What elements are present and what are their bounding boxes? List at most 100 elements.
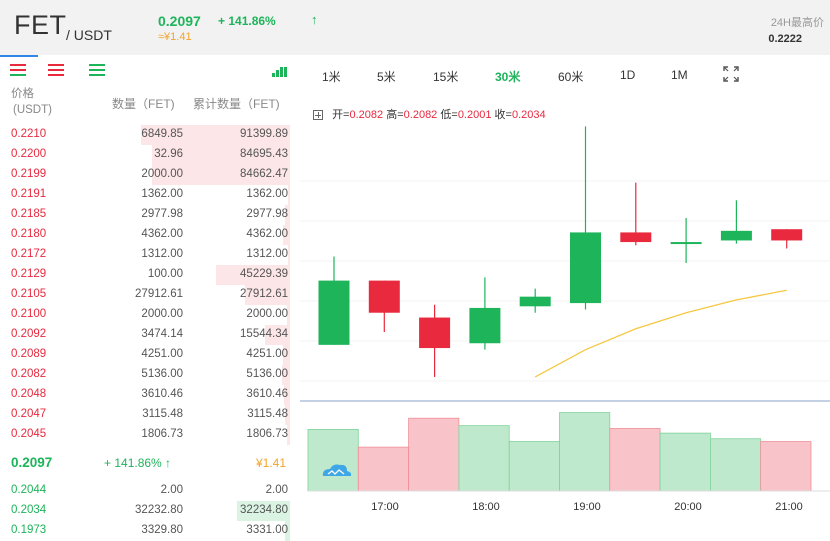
row-amount: 32.96 [154, 148, 183, 160]
row-price: 0.2210 [11, 128, 47, 140]
depth-bars-icon[interactable] [272, 67, 288, 77]
ask-row[interactable]: 0.2089 4251.00 4251.00 [0, 345, 300, 365]
price-column-unit: (USDT) [13, 104, 52, 116]
row-amount: 4362.00 [141, 228, 183, 240]
row-amount: 5136.00 [141, 368, 183, 380]
row-amount: 3610.46 [141, 388, 183, 400]
ask-row[interactable]: 0.2172 1312.00 1312.00 [0, 245, 300, 265]
order-book-rows: 0.2210 6849.85 91399.89 0.2200 32.96 84695.43… [0, 125, 300, 541]
period-tab[interactable]: 1米 [322, 68, 341, 85]
volume-bar [508, 441, 560, 492]
base-symbol[interactable]: FET [14, 10, 67, 41]
quote-symbol[interactable]: / USDT [66, 27, 112, 43]
candle-body [771, 229, 803, 241]
row-cumulative: 32234.80 [240, 504, 288, 516]
row-amount: 1362.00 [141, 188, 183, 200]
row-price: 0.2172 [11, 248, 47, 260]
row-cumulative: 84695.43 [240, 148, 288, 160]
bids-only-view-icon[interactable] [89, 64, 105, 76]
row-cumulative: 27912.61 [240, 288, 288, 300]
ask-row[interactable]: 0.2129 100.00 45229.39 [0, 265, 300, 285]
cumulative-column-header: 累计数量（FET) [193, 97, 280, 111]
depth-bar [287, 185, 290, 205]
moving-average-line [534, 289, 787, 378]
row-amount: 32232.80 [135, 504, 183, 516]
row-cumulative: 4251.00 [246, 348, 288, 360]
row-amount: 2977.98 [141, 208, 183, 220]
ask-row[interactable]: 0.2199 2000.00 84662.47 [0, 165, 300, 185]
ask-row[interactable]: 0.2092 3474.14 15544.34 [0, 325, 300, 345]
mid-change: + 141.86% ↑ [104, 456, 172, 470]
ask-row[interactable]: 0.2210 6849.85 91399.89 [0, 125, 300, 145]
high-24h-value: 0.2222 [768, 33, 802, 45]
candle-body [419, 317, 451, 349]
row-cumulative: 4362.00 [246, 228, 288, 240]
row-price: 0.2191 [11, 188, 47, 200]
ask-row[interactable]: 0.2180 4362.00 4362.00 [0, 225, 300, 245]
active-tab-indicator [0, 55, 38, 57]
row-amount: 100.00 [147, 268, 183, 280]
row-cumulative: 1362.00 [246, 188, 288, 200]
x-tick-label: 19:00 [573, 501, 601, 513]
period-tab[interactable]: 5米 [377, 68, 396, 85]
row-price: 0.2047 [11, 408, 47, 420]
fullscreen-icon[interactable] [722, 65, 740, 83]
row-cumulative: 2000.00 [246, 308, 288, 320]
row-amount: 2.00 [160, 484, 183, 496]
row-amount: 1806.73 [141, 428, 183, 440]
row-cumulative: 5136.00 [246, 368, 288, 380]
bid-row[interactable]: 0.1973 3329.80 3331.00 [0, 521, 300, 541]
row-cumulative: 84662.47 [240, 168, 288, 180]
high-24h-label: 24H最高价 [770, 17, 824, 29]
ask-row[interactable]: 0.2048 3610.46 3610.46 [0, 385, 300, 405]
row-amount: 2000.00 [141, 168, 183, 180]
row-price: 0.2089 [11, 348, 47, 360]
period-tab[interactable]: 15米 [433, 68, 458, 85]
period-tab[interactable]: 1M [671, 68, 688, 82]
ask-row[interactable]: 0.2200 32.96 84695.43 [0, 145, 300, 165]
row-cumulative: 91399.89 [240, 128, 288, 140]
last-price: 0.2097 [158, 13, 201, 29]
bid-row[interactable]: 0.2034 32232.80 32234.80 [0, 501, 300, 521]
candle-body [620, 232, 652, 243]
ask-row[interactable]: 0.2047 3115.48 3115.48 [0, 405, 300, 425]
row-cumulative: 3610.46 [246, 388, 288, 400]
asks-only-view-icon[interactable] [48, 64, 64, 76]
ask-row[interactable]: 0.2105 27912.61 27912.61 [0, 285, 300, 305]
candlestick-chart[interactable]: 17:00 18:00 19:00 20:00 21:00 [300, 95, 830, 525]
row-cumulative: 45229.39 [240, 268, 288, 280]
ask-row[interactable]: 0.2045 1806.73 1806.73 [0, 425, 300, 445]
both-sides-view-icon[interactable] [10, 64, 26, 76]
row-price: 0.2200 [11, 148, 47, 160]
period-tab[interactable]: 60米 [558, 68, 583, 85]
period-tab[interactable]: 1D [620, 68, 635, 82]
amount-column-header: 数量（FET) [112, 97, 175, 111]
ask-row[interactable]: 0.2185 2977.98 2977.98 [0, 205, 300, 225]
volume-bar [408, 417, 460, 492]
x-tick-label: 18:00 [472, 501, 500, 513]
row-price: 0.2105 [11, 288, 47, 300]
candle-body [318, 280, 350, 345]
volume-bar [307, 428, 359, 492]
candle-body [670, 242, 702, 245]
row-price: 0.2180 [11, 228, 47, 240]
bid-row[interactable]: 0.2044 2.00 2.00 [0, 481, 300, 501]
ask-row[interactable]: 0.2082 5136.00 5136.00 [0, 365, 300, 385]
ask-row[interactable]: 0.2100 2000.00 2000.00 [0, 305, 300, 325]
row-cumulative: 15544.34 [240, 328, 288, 340]
row-price: 0.2034 [11, 504, 47, 516]
x-tick-label: 17:00 [371, 501, 399, 513]
ticker-header: FET / USDT 0.2097 ≈¥1.41 + 141.86% ↑ 24H… [0, 0, 830, 55]
price-column-header: 价格 [11, 88, 34, 100]
row-price: 0.1973 [11, 524, 47, 536]
ask-row[interactable]: 0.2191 1362.00 1362.00 [0, 185, 300, 205]
row-cumulative: 1312.00 [246, 248, 288, 260]
row-cumulative: 2.00 [265, 484, 288, 496]
row-price: 0.2045 [11, 428, 47, 440]
volume-bar [760, 441, 812, 492]
period-tabs: 1米 5米 15米 30米 60米 1D 1M [300, 55, 830, 95]
row-cumulative: 3331.00 [246, 524, 288, 536]
row-cumulative: 2977.98 [246, 208, 288, 220]
period-tab[interactable]: 30米 [495, 68, 520, 85]
row-cumulative: 3115.48 [247, 408, 288, 420]
